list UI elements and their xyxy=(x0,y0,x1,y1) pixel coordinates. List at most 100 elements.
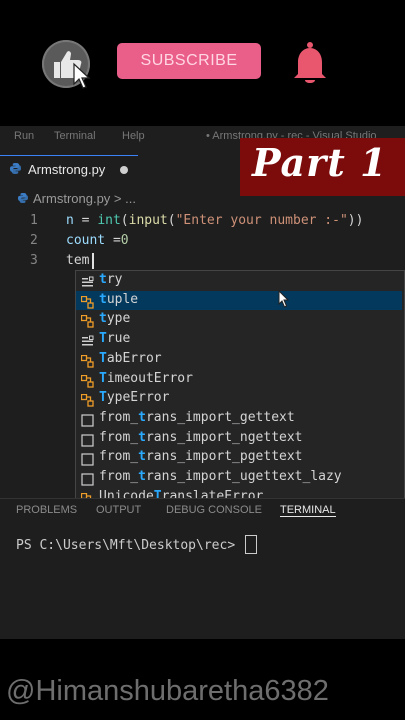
suggestion-match: T xyxy=(99,331,107,347)
code-token: n xyxy=(66,213,74,228)
suggestion-item[interactable]: tuple xyxy=(76,290,402,310)
terminal-prompt[interactable]: PS C:\Users\Mft\Desktop\rec> xyxy=(16,538,243,553)
line-number: 2 xyxy=(30,233,38,248)
suggestion-match: T xyxy=(99,350,107,366)
suggestion-prefix: from_ xyxy=(99,429,139,445)
code-token: tem xyxy=(66,253,90,268)
notification-bell-icon[interactable] xyxy=(288,40,332,86)
tab-terminal[interactable]: TERMINAL xyxy=(280,504,336,517)
code-token: )) xyxy=(347,213,364,228)
suggestion-label: from_trans_import_ngettext xyxy=(99,430,303,445)
keyword-icon xyxy=(81,333,94,346)
suggestion-label: TabError xyxy=(99,351,162,366)
suggestion-rest: rue xyxy=(106,331,131,347)
tab-label: Armstrong.py xyxy=(28,162,106,177)
subscribe-button[interactable]: SUBSCRIBE xyxy=(117,43,261,79)
code-line[interactable]: tem xyxy=(66,253,89,268)
suggestion-match: t xyxy=(138,429,146,445)
code-token: = xyxy=(105,233,121,248)
tab-debug-console[interactable]: DEBUG CONSOLE xyxy=(166,504,262,516)
code-token: ( xyxy=(120,213,129,228)
class-icon xyxy=(80,294,94,309)
cursor-arrow-icon xyxy=(73,62,91,89)
suggestion-match: t xyxy=(138,449,146,465)
suggestion-item[interactable]: True xyxy=(76,330,402,349)
suggestion-label: TimeoutError xyxy=(99,371,193,386)
suggestion-match: T xyxy=(99,390,107,406)
suggestion-label: try xyxy=(99,272,122,287)
keyword-icon xyxy=(81,274,94,287)
suggestion-label: tuple xyxy=(99,292,138,307)
suggestion-item[interactable]: TabError xyxy=(76,350,402,369)
class-icon xyxy=(80,392,94,407)
module-icon xyxy=(81,451,94,466)
class-icon xyxy=(80,313,94,329)
module-icon xyxy=(81,432,94,447)
suggestion-match: t xyxy=(99,311,107,327)
menu-item-help[interactable]: Help xyxy=(122,130,145,142)
tab-problems[interactable]: PROBLEMS xyxy=(16,504,77,516)
line-number: 1 xyxy=(30,213,38,228)
code-token: = xyxy=(73,213,98,228)
suggestion-prefix: from_ xyxy=(99,409,139,425)
unsaved-dot-icon[interactable] xyxy=(120,166,128,174)
suggestion-label: True xyxy=(99,331,130,346)
part-label: Part 1 xyxy=(252,140,388,185)
code-token: count xyxy=(66,233,106,248)
module-icon xyxy=(81,412,94,427)
suggestion-match: T xyxy=(99,370,107,386)
suggestion-prefix: from_ xyxy=(99,449,139,465)
line-number: 3 xyxy=(30,253,38,268)
terminal-cursor xyxy=(245,535,257,554)
code-token: ( xyxy=(167,213,176,228)
suggestion-item[interactable]: try xyxy=(76,271,402,290)
code-token: "Enter your number :-" xyxy=(175,213,348,228)
watermark: @Himanshubaretha6382 xyxy=(6,675,329,707)
suggestion-label: from_trans_import_pgettext xyxy=(99,449,303,464)
code-token: 0 xyxy=(120,233,129,248)
suggestion-match: t xyxy=(138,409,146,425)
suggestion-item[interactable]: from_trans_import_ugettext_lazy xyxy=(76,468,402,487)
suggestion-label: TypeError xyxy=(99,390,169,405)
suggestion-rest: imeoutError xyxy=(106,370,193,386)
suggestion-label: from_trans_import_ugettext_lazy xyxy=(99,469,342,484)
suggestion-match: t xyxy=(138,469,146,484)
suggestion-rest: rans_import_ngettext xyxy=(145,429,303,445)
code-line[interactable]: count =0 xyxy=(66,233,129,248)
python-file-icon xyxy=(10,163,21,174)
python-file-icon xyxy=(18,193,28,203)
code-token: int xyxy=(97,213,121,228)
tab-output[interactable]: OUTPUT xyxy=(96,504,141,516)
code-token: input xyxy=(128,213,168,228)
code-line[interactable]: n = int(input("Enter your number :-")) xyxy=(66,213,363,228)
suggestion-item[interactable]: from_trans_import_gettext xyxy=(76,409,402,428)
menu-item-terminal[interactable]: Terminal xyxy=(54,130,96,142)
text-cursor xyxy=(92,253,94,269)
suggestion-item[interactable]: from_trans_import_ngettext xyxy=(76,429,402,448)
menu-item-run[interactable]: Run xyxy=(14,130,34,142)
suggestion-rest: ry xyxy=(106,272,123,287)
suggestion-item[interactable]: TypeError xyxy=(76,389,402,408)
suggestion-label: type xyxy=(99,311,130,326)
class-icon xyxy=(80,353,94,368)
suggestion-rest: rans_import_ugettext_lazy xyxy=(145,469,342,484)
suggestion-rest: uple xyxy=(106,291,139,307)
suggestion-match: t xyxy=(99,272,107,287)
breadcrumb[interactable]: Armstrong.py > ... xyxy=(33,191,136,206)
suggestion-rest: ypeError xyxy=(106,390,170,406)
class-icon xyxy=(80,373,94,388)
suggestion-rest: abError xyxy=(106,350,162,366)
module-icon xyxy=(81,471,94,486)
suggestion-rest: ype xyxy=(106,311,131,327)
bottom-panel xyxy=(0,498,405,639)
like-button[interactable] xyxy=(42,40,91,89)
suggestion-item[interactable]: from_trans_import_pgettext xyxy=(76,448,402,467)
suggestion-rest: rans_import_gettext xyxy=(145,409,295,425)
mouse-pointer-icon xyxy=(278,290,290,308)
suggestion-rest: rans_import_pgettext xyxy=(145,449,303,465)
suggestion-prefix: from_ xyxy=(99,469,139,484)
suggestion-match: t xyxy=(99,291,107,307)
suggestion-label: from_trans_import_gettext xyxy=(99,410,295,425)
suggestion-item[interactable]: TimeoutError xyxy=(76,370,402,389)
suggestion-item[interactable]: type xyxy=(76,310,402,329)
